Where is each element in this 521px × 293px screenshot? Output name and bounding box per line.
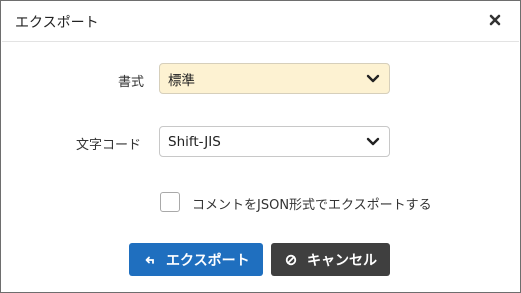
return-arrow-icon bbox=[143, 253, 157, 267]
ban-icon bbox=[284, 253, 298, 267]
export-button-label: エクスポート bbox=[166, 252, 250, 269]
encoding-select-value: Shift-JIS bbox=[168, 133, 221, 150]
close-icon[interactable] bbox=[485, 10, 505, 30]
dialog-header: エクスポート bbox=[2, 2, 519, 42]
cancel-button[interactable]: キャンセル bbox=[271, 243, 390, 276]
cancel-button-label: キャンセル bbox=[307, 252, 377, 269]
dialog-title: エクスポート bbox=[15, 15, 99, 31]
chevron-down-icon bbox=[366, 74, 380, 83]
encoding-label: 文字コード bbox=[76, 138, 142, 153]
format-label: 書式 bbox=[118, 75, 145, 90]
json-format-checkbox-label[interactable]: コメントをJSON形式でエクスポートする bbox=[192, 194, 432, 213]
encoding-select[interactable]: Shift-JIS bbox=[159, 126, 390, 157]
export-dialog: エクスポート 書式 標準 文字コード Shift-JIS コメントをJSON形式… bbox=[0, 0, 521, 293]
chevron-down-icon bbox=[366, 137, 380, 146]
json-format-checkbox[interactable] bbox=[160, 192, 180, 212]
format-select[interactable]: 標準 bbox=[159, 63, 390, 94]
export-button[interactable]: エクスポート bbox=[129, 243, 263, 276]
format-select-value: 標準 bbox=[168, 72, 195, 89]
